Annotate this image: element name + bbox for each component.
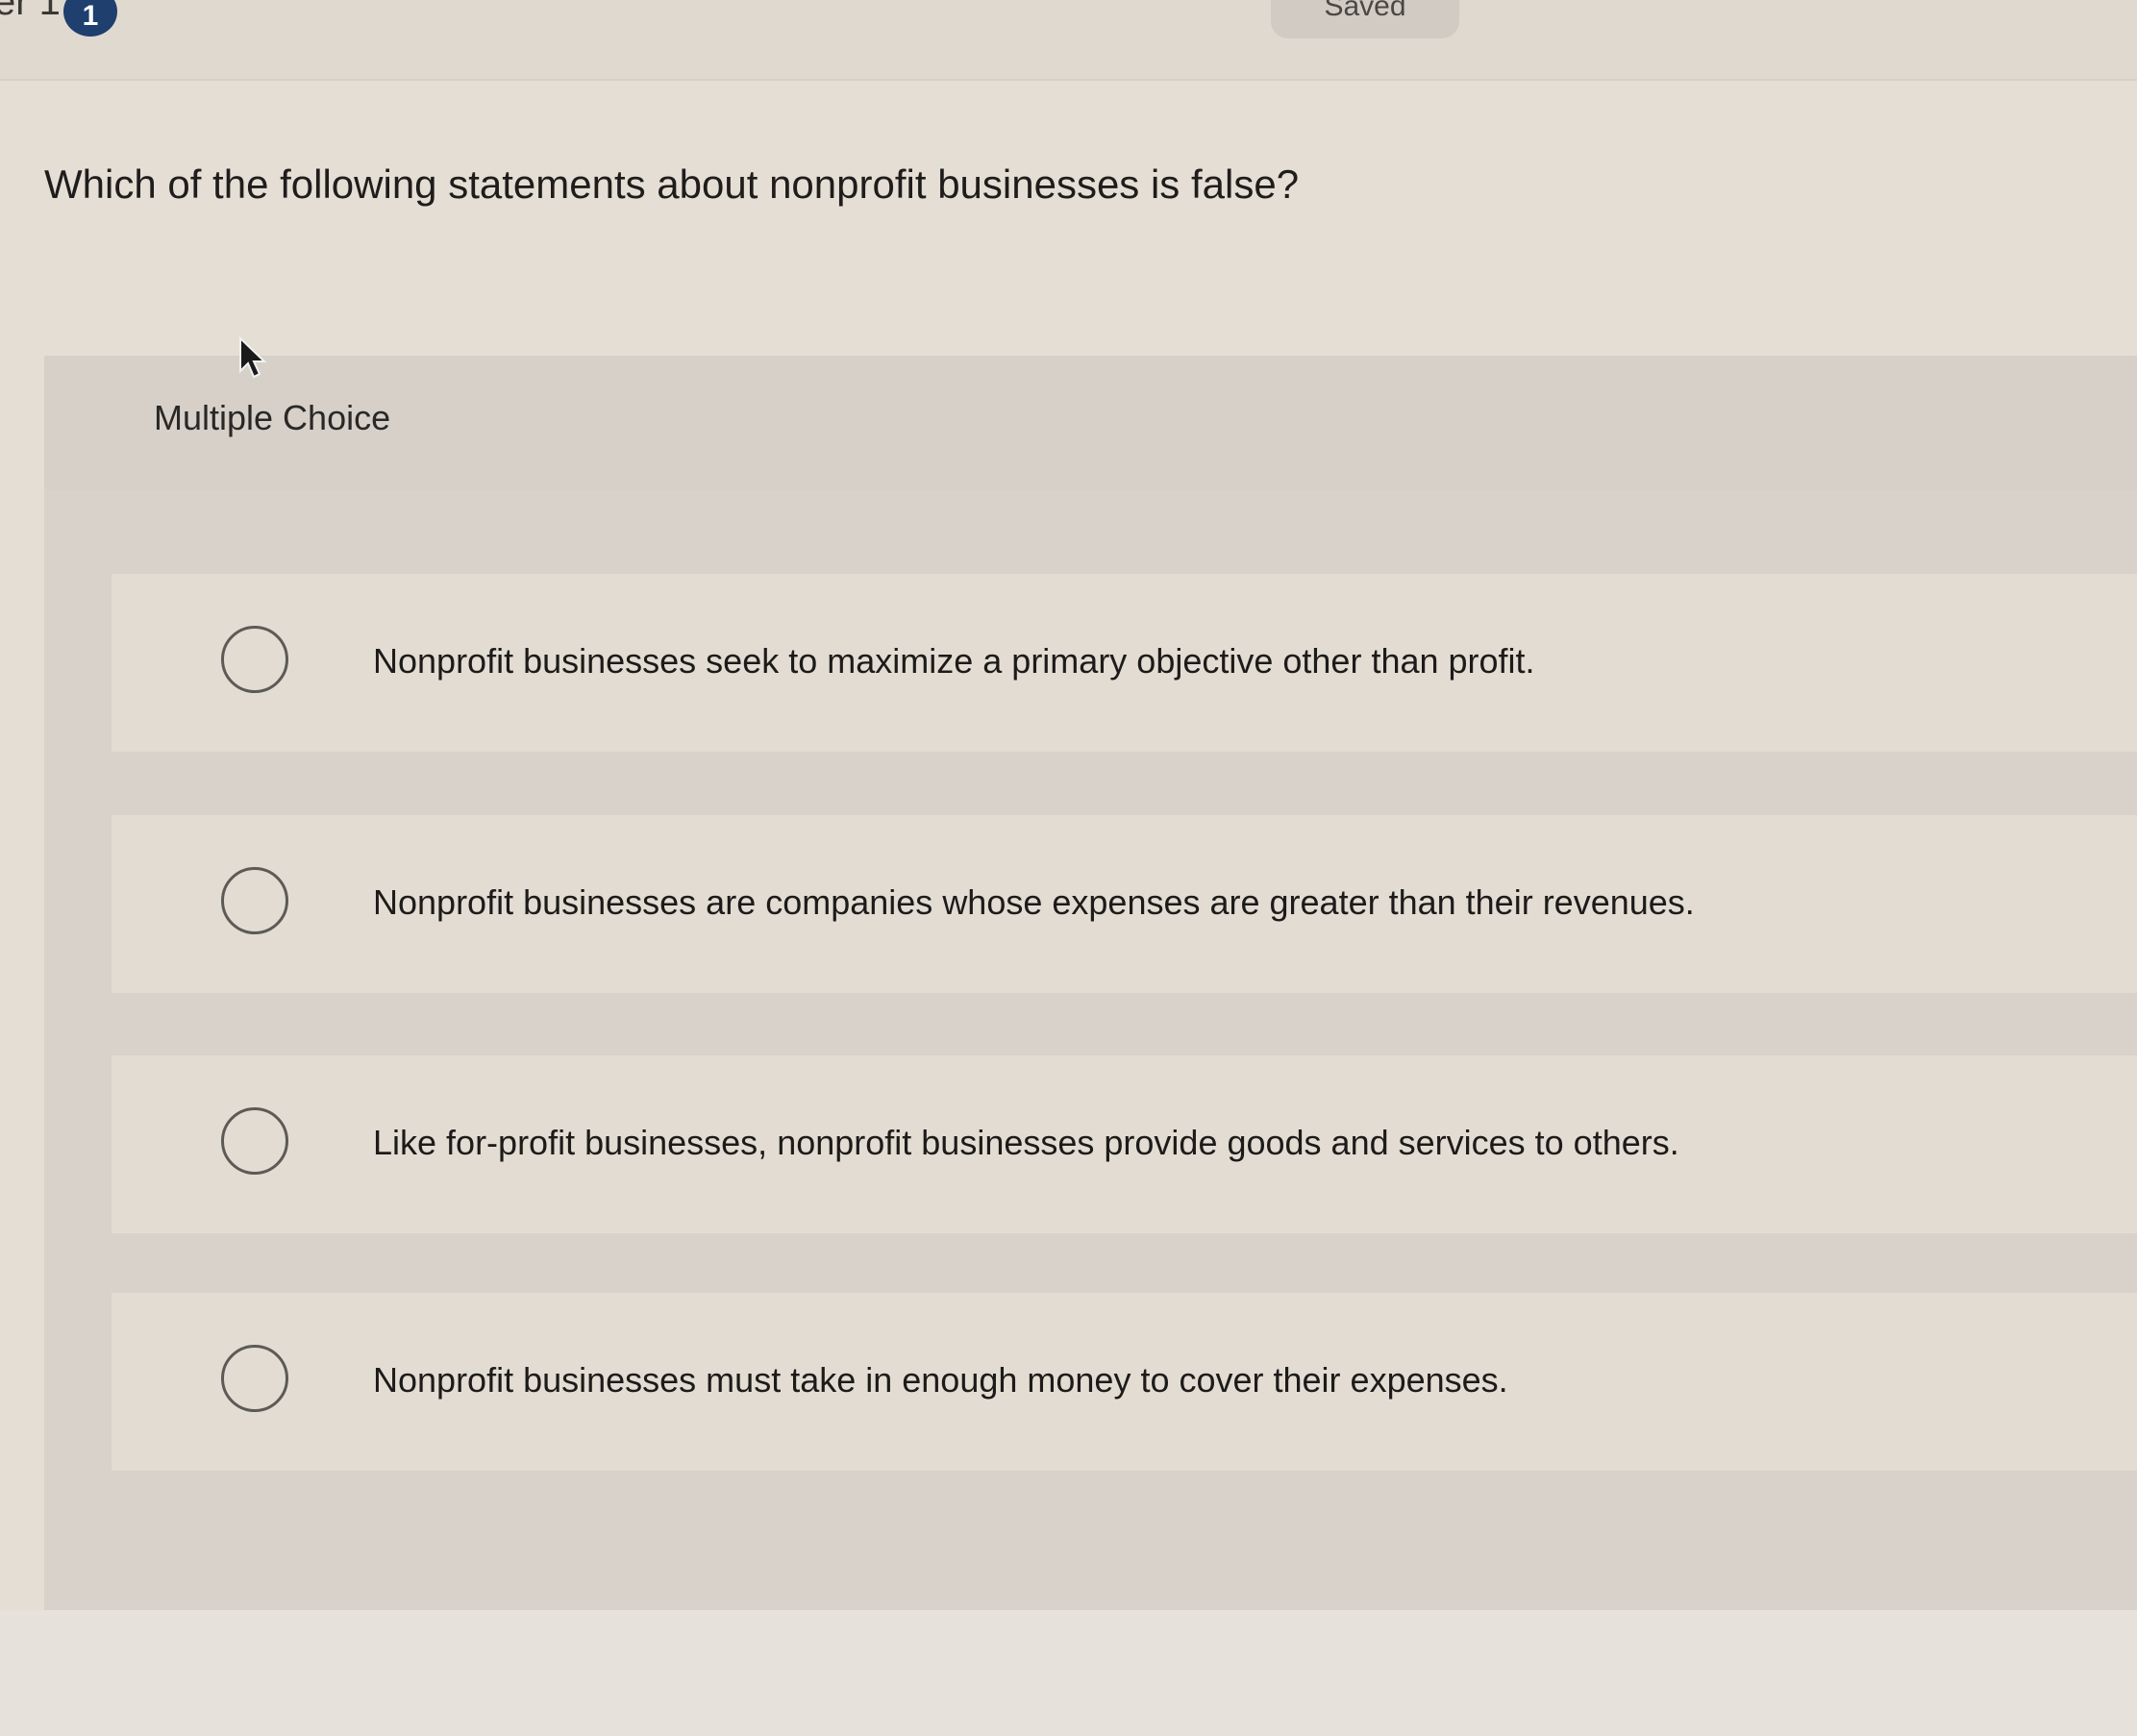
answer-option-1[interactable]: Nonprofit businesses seek to maximize a … xyxy=(112,574,2137,752)
top-bar: er 1 1 Saved xyxy=(0,0,2137,81)
question-type-label: Multiple Choice xyxy=(154,398,391,437)
saved-status: Saved xyxy=(1271,0,1459,38)
radio-button-2[interactable] xyxy=(221,867,288,934)
radio-button-3[interactable] xyxy=(221,1107,288,1175)
question-text: Which of the following statements about … xyxy=(44,161,1300,207)
answer-option-label: Nonprofit businesses must take in enough… xyxy=(373,1360,1508,1400)
answer-option-3[interactable]: Like for-profit businesses, nonprofit bu… xyxy=(112,1055,2137,1233)
answer-card-header: Multiple Choice xyxy=(44,356,2137,490)
answer-option-4[interactable]: Nonprofit businesses must take in enough… xyxy=(112,1293,2137,1471)
chapter-label: er 1 xyxy=(0,0,61,23)
page-footer-area xyxy=(0,1610,2137,1736)
mouse-pointer-icon xyxy=(239,336,267,379)
answer-option-label: Nonprofit businesses are companies whose… xyxy=(373,882,1695,922)
question-count-badge[interactable]: 1 xyxy=(63,0,117,37)
answer-card: Multiple Choice Nonprofit businesses see… xyxy=(44,356,2137,1610)
answer-option-2[interactable]: Nonprofit businesses are companies whose… xyxy=(112,815,2137,993)
radio-button-1[interactable] xyxy=(221,626,288,693)
answer-option-label: Nonprofit businesses seek to maximize a … xyxy=(373,641,1535,681)
radio-button-4[interactable] xyxy=(221,1345,288,1412)
answer-option-label: Like for-profit businesses, nonprofit bu… xyxy=(373,1123,1679,1162)
